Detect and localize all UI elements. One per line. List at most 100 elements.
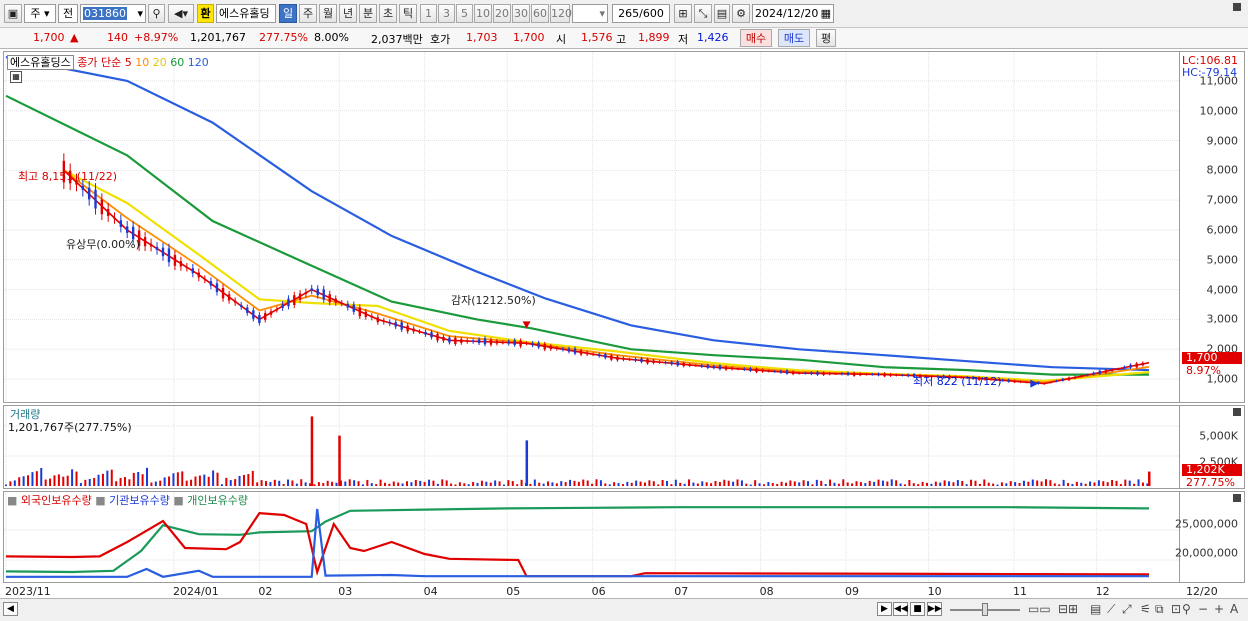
minus-icon[interactable]: −: [1198, 602, 1208, 616]
volume-bar: [101, 473, 104, 486]
legend-ma60[interactable]: 60: [170, 56, 184, 69]
volume-bar: [762, 484, 765, 486]
volume-bar: [754, 480, 757, 486]
table-icon[interactable]: ▦: [10, 71, 22, 83]
volume-bar: [573, 480, 576, 486]
draw-line-icon[interactable]: ⟋: [1107, 602, 1115, 617]
period-month-button[interactable]: 월: [319, 4, 337, 23]
holder-close-icon[interactable]: [1233, 494, 1241, 502]
data-count-field[interactable]: 265/600: [612, 4, 670, 23]
candle-body: [382, 320, 385, 323]
sell-button[interactable]: 매도: [778, 29, 810, 47]
search-icon[interactable]: ⚲: [148, 4, 165, 23]
period-year-button[interactable]: 년: [339, 4, 357, 23]
lock-icon[interactable]: ⊡: [1171, 602, 1181, 616]
interval-input[interactable]: ▾: [572, 4, 608, 23]
volume-bar: [44, 479, 47, 486]
interval-10-button[interactable]: 10: [474, 4, 492, 23]
volume-bar: [168, 476, 171, 486]
volume-panel[interactable]: 거래량 1,201,767주(277.75%): [3, 3, 1241, 489]
holder-panel[interactable]: ■ 외국인보유수량 ■ 기관보유수량 ■ 개인보유수량: [3, 491, 1180, 583]
candle-body: [749, 368, 752, 371]
zoom-slider-handle[interactable]: [982, 603, 988, 616]
volume-bar: [657, 484, 660, 486]
scroll-left-icon[interactable]: ◀: [3, 602, 18, 616]
volume-ratio: 277.75%: [259, 31, 308, 44]
interval-120-button[interactable]: 120: [550, 4, 572, 23]
legend-ma120[interactable]: 120: [188, 56, 209, 69]
legend-foreign[interactable]: 외국인보유수량: [21, 494, 92, 507]
period-minute-button[interactable]: 분: [359, 4, 377, 23]
volume-bar: [1009, 481, 1012, 486]
candle-body: [1135, 363, 1138, 368]
legend-ma-label[interactable]: 종가 단순 5: [77, 56, 131, 69]
volume-close-icon[interactable]: [1233, 408, 1241, 416]
rewind-icon[interactable]: ◀◀: [893, 602, 908, 616]
legend-stock-name[interactable]: 에스유홀딩스: [7, 55, 74, 70]
volume-bar: [1027, 481, 1030, 486]
volume-chart[interactable]: [4, 406, 1179, 488]
font-size-icon[interactable]: A: [1230, 602, 1238, 616]
candle-body: [1073, 376, 1077, 379]
period-second-button[interactable]: 초: [379, 4, 397, 23]
legend-individual[interactable]: 개인보유수량: [187, 494, 248, 507]
layout-icon[interactable]: ▭▭: [1028, 602, 1051, 616]
volume-bar: [577, 481, 580, 486]
trend-icon[interactable]: ⤢: [1122, 602, 1132, 617]
scroll-right-icon[interactable]: ▶: [877, 602, 892, 616]
candle-body: [240, 304, 243, 307]
volume-bar: [472, 481, 475, 486]
candle-body: [852, 372, 856, 376]
split-icon[interactable]: ⊟⊞: [1058, 602, 1078, 616]
interval-5-button[interactable]: 5: [456, 4, 473, 23]
candle-body: [221, 287, 225, 299]
candle-body: [442, 336, 445, 341]
volume-bar: [273, 479, 276, 486]
volume-bar: [198, 475, 201, 486]
period-week-button[interactable]: 주: [299, 4, 317, 23]
holder-legend: ■ 외국인보유수량 ■ 기관보유수량 ■ 개인보유수량: [7, 494, 249, 507]
date-input[interactable]: 2024/12/20 ▦: [752, 4, 834, 23]
interval-3-button[interactable]: 3: [438, 4, 455, 23]
period-day-button[interactable]: 일: [279, 4, 297, 23]
save-icon[interactable]: ▤: [714, 4, 730, 23]
zoom-icon[interactable]: ⚲: [1182, 602, 1191, 616]
candle-body: [1013, 380, 1016, 383]
stock-code-input[interactable]: 031860 ▾: [80, 4, 146, 23]
compare-select[interactable]: 전: [58, 4, 78, 23]
draw-tools-icon[interactable]: ⤡: [694, 4, 712, 23]
interval-1-button[interactable]: 1: [420, 4, 437, 23]
candle-body: [816, 371, 819, 375]
volume-bar: [159, 480, 162, 486]
stop-icon[interactable]: ■: [910, 602, 925, 616]
legend-ma10[interactable]: 10: [135, 56, 149, 69]
volume-bar: [613, 482, 616, 486]
legend-ma20[interactable]: 20: [153, 56, 167, 69]
fast-forward-icon[interactable]: ▶▶: [927, 602, 942, 616]
stock-name-field[interactable]: 에스유홀딩: [216, 4, 276, 23]
legend-institution[interactable]: 기관보유수량: [109, 494, 170, 507]
currency-badge[interactable]: 환: [197, 4, 214, 23]
gear-icon[interactable]: ⚙: [732, 4, 750, 23]
window-menu-icon[interactable]: ▣: [4, 4, 22, 23]
volume-bar: [458, 482, 461, 486]
candle-type-icon[interactable]: ⊞: [674, 4, 692, 23]
volume-bar: [956, 480, 959, 486]
interval-20-button[interactable]: 20: [493, 4, 511, 23]
eval-button[interactable]: 평: [816, 29, 836, 47]
period-tick-button[interactable]: 틱: [399, 4, 417, 23]
plus-icon[interactable]: +: [1214, 602, 1224, 616]
grid-icon[interactable]: ▤: [1090, 602, 1101, 616]
ruler-icon[interactable]: ⚟: [1140, 602, 1151, 616]
volume-bar: [242, 474, 245, 486]
buy-button[interactable]: 매수: [740, 29, 772, 47]
price-chart-panel[interactable]: 에스유홀딩스 종가 단순 5 10 20 60 120 ▦ 최고 8,151 (…: [3, 51, 1180, 403]
volume-bar: [62, 476, 65, 486]
market-select[interactable]: 주 ▾: [24, 4, 56, 23]
close-icon[interactable]: [1233, 3, 1241, 11]
copy-icon[interactable]: ⧉: [1155, 602, 1164, 617]
price-chart[interactable]: [4, 52, 1179, 402]
speaker-icon[interactable]: ◀▾: [168, 4, 194, 23]
interval-60-button[interactable]: 60: [531, 4, 549, 23]
interval-30-button[interactable]: 30: [512, 4, 530, 23]
